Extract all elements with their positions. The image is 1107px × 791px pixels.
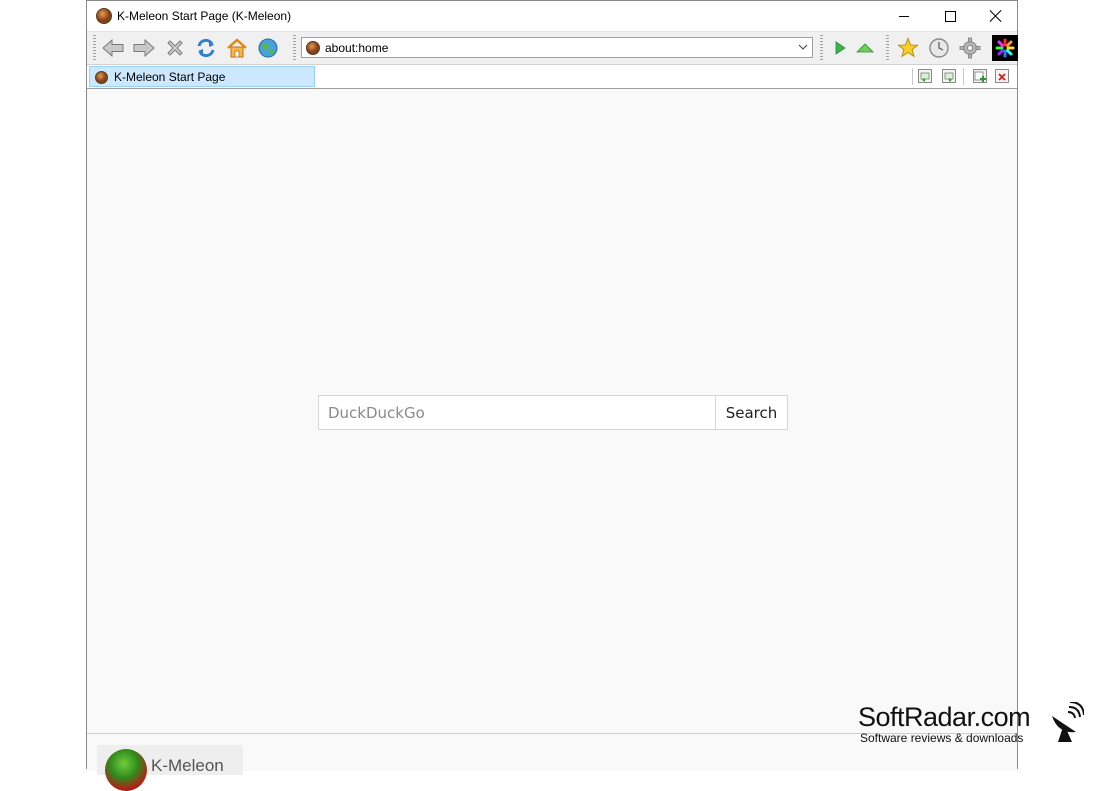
bookmarks-button[interactable] [896,36,920,60]
up-triangle-icon [856,43,874,53]
globe-button[interactable] [256,36,280,60]
close-button[interactable] [973,1,1019,31]
go-button[interactable] [828,36,852,60]
tab-bar-divider [963,68,964,85]
preferences-button[interactable] [958,36,982,60]
clock-icon [929,38,949,58]
tab-label: K-Meleon Start Page [114,70,226,84]
tab-bar-divider [912,68,913,85]
kmeleon-app-icon [96,8,112,24]
tab-prev-icon [920,72,930,82]
minimize-button[interactable] [881,1,927,31]
kmeleon-throbber-icon [995,38,1015,58]
tab-bar: K-Meleon Start Page [87,65,1017,89]
watermark-subtitle: Software reviews & downloads [860,731,1024,745]
minimize-icon [899,15,909,17]
chevron-down-icon [798,44,808,50]
navigation-toolbar: about:home [87,32,1018,65]
watermark-title: SoftRadar.com [858,702,1031,732]
toolbar-grip[interactable] [93,35,96,61]
toolbar-grip[interactable] [820,35,823,61]
reload-icon [197,38,215,58]
forward-arrow-icon [133,38,155,58]
tab-scroll-left-button[interactable] [918,69,932,83]
browser-window: K-Meleon Start Page (K-Meleon) about:hom… [86,0,1018,791]
page-content: Search [87,89,1017,733]
window-title: K-Meleon Start Page (K-Meleon) [117,9,292,23]
new-tab-button[interactable] [973,69,987,83]
throbber [992,35,1018,61]
back-arrow-icon [102,38,124,58]
close-tab-icon [998,73,1006,81]
toolbar-grip[interactable] [293,35,296,61]
close-tab-button[interactable] [995,69,1009,83]
address-bar-value[interactable]: about:home [325,41,388,55]
up-button[interactable] [853,36,877,60]
new-tab-icon [974,71,986,82]
stop-x-icon [167,40,183,56]
tab-scroll-right-button[interactable] [942,69,956,83]
toolbar-grip[interactable] [886,35,889,61]
site-icon [306,41,320,55]
maximize-button[interactable] [927,1,973,31]
kmeleon-logo: K-Meleon [97,745,243,791]
address-dropdown-button[interactable] [797,41,809,53]
globe-icon [258,38,278,58]
back-button[interactable] [101,36,125,60]
forward-button[interactable] [132,36,156,60]
reload-button[interactable] [194,36,218,60]
stop-button[interactable] [163,36,187,60]
tab-next-icon [944,72,954,82]
maximize-icon [944,10,956,22]
address-bar[interactable]: about:home [301,37,813,58]
search-button[interactable]: Search [715,395,788,430]
tab-kmeleon-start-page[interactable]: K-Meleon Start Page [89,66,315,87]
kmeleon-logo-icon [105,749,147,791]
softradar-watermark: SoftRadar.com Software reviews & downloa… [858,702,1098,750]
go-play-icon [835,41,846,55]
title-bar: K-Meleon Start Page (K-Meleon) [87,1,1017,32]
gear-icon [959,37,981,59]
logo-text: K-Meleon [151,756,224,775]
tab-site-icon [95,71,108,84]
home-button[interactable] [225,36,249,60]
home-icon [227,38,247,58]
satellite-dish-icon [1052,702,1084,742]
star-icon [897,37,919,58]
search-form: Search [318,395,788,430]
history-button[interactable] [927,36,951,60]
close-icon [990,10,1002,22]
search-input[interactable] [318,395,716,430]
